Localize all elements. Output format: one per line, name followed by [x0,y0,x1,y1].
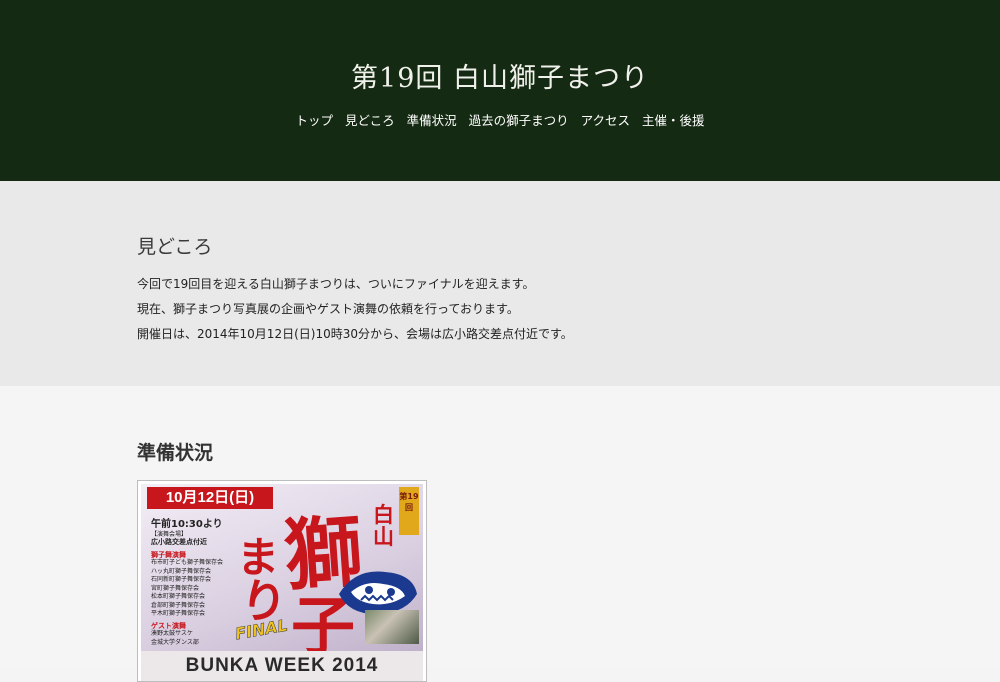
poster-group-item: 宮町獅子舞保存会 [151,584,200,592]
nav-top[interactable]: トップ [295,110,333,129]
site-header: 第19回 白山獅子まつり トップ 見どころ 準備状況 過去の獅子まつり アクセス… [0,0,1000,181]
poster-hakusan: 白山 [373,502,394,549]
poster-guest-item: 金城大学ダンス部 [151,638,199,646]
site-title: 第19回 白山獅子まつり [351,63,649,94]
poster-group-item: 石同新町獅子舞保存会 [151,576,212,583]
highlights-paragraph: 現在、獅子まつり写真展の企画やゲスト演舞の依頼を行っております。 [137,302,519,316]
main-nav: トップ 見どころ 準備状況 過去の獅子まつり アクセス 主催・後援 [0,110,1000,129]
nav-preparation[interactable]: 準備状況 [407,110,457,129]
nav-past-festivals[interactable]: 過去の獅子まつり [469,110,569,129]
poster-group-item: 布市町子ども獅子舞保存会 [151,559,224,566]
highlights-paragraph: 開催日は、2014年10月12日(日)10時30分から、会場は広小路交差点付近で… [137,327,573,341]
poster-bunka-week: BUNKA WEEK 2014 [141,651,423,681]
festival-poster[interactable]: 10月12日(日) 午前10:30より 【演舞会場】 広小路交差点付近 獅子舞演… [137,480,427,682]
poster-group-item: ハッ丸町獅子舞保存会 [151,567,212,575]
poster-group-item: 松本町獅子舞保存会 [151,593,206,600]
poster-date: 10月12日(日) [147,487,273,509]
poster-venue: 広小路交差点付近 [151,538,207,546]
nav-highlights[interactable]: 見どころ [345,110,395,129]
preparation-section: 準備状況 10月12日(日) 午前10:30より 【演舞会場】 広小路交差点付近… [0,386,1000,682]
preparation-heading: 準備状況 [137,442,214,464]
poster-time: 午前10:30より [151,519,223,530]
poster-edition-badge: 第19回 [399,487,419,535]
nav-organizers[interactable]: 主催・後援 [642,110,705,129]
poster-group-item: 倉部町獅子舞保存会 [151,601,206,609]
poster-groups-list: 布市町子ども獅子舞保存会 ハッ丸町獅子舞保存会 石同新町獅子舞保存会 宮町獅子舞… [151,559,223,619]
poster-guests-list: 湊野太鼓サスケ 金城大学ダンス部 [151,630,199,647]
nav-access[interactable]: アクセス [581,110,630,129]
poster-guest-item: 湊野太鼓サスケ [151,630,193,637]
highlights-paragraph: 今回で19回目を迎える白山獅子まつりは、ついにファイナルを迎えます。 [137,277,535,291]
poster-group-item: 平木町獅子舞保存会 [151,610,206,617]
poster-photo [365,610,419,644]
highlights-section: 見どころ 今回で19回目を迎える白山獅子まつりは、ついにファイナルを迎えます。 … [0,181,1000,386]
highlights-heading: 見どころ [137,236,213,258]
